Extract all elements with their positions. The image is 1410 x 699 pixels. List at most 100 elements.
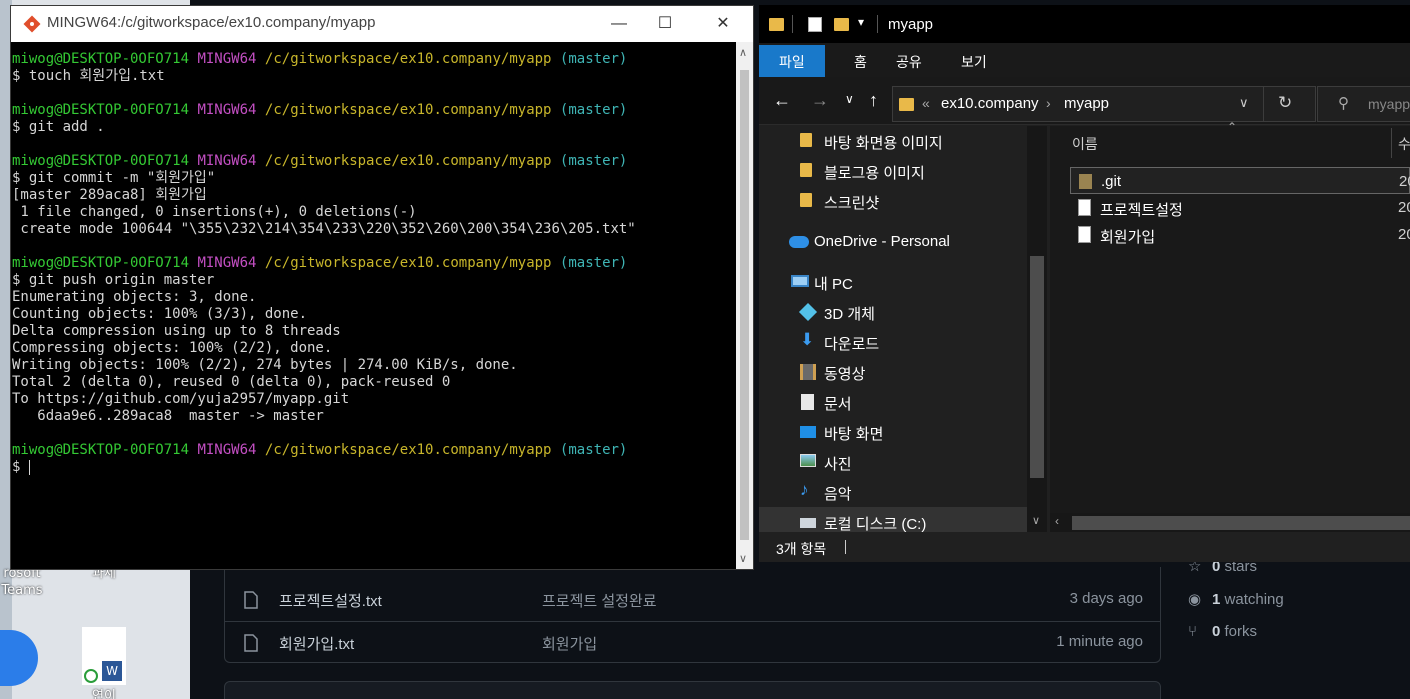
app-shortcut-icon[interactable] xyxy=(0,630,38,686)
terminal-window[interactable]: MINGW64:/c/gitworkspace/ex10.company/mya… xyxy=(10,5,754,570)
nav-item[interactable]: 바탕 화면용 이미지 xyxy=(759,126,1027,156)
word-desktop-label[interactable]: 연이 xyxy=(64,688,144,699)
text-file-icon xyxy=(1078,199,1091,216)
chevron-right-icon[interactable]: › xyxy=(1046,95,1051,111)
explorer-titlebar[interactable]: ▾ myapp xyxy=(759,5,1410,43)
file-list: ⌃ 이름 수 .git 20 프로젝트설정 20 회원가입 20 xyxy=(1050,120,1410,533)
breadcrumb-prefix[interactable]: « xyxy=(922,95,930,111)
output-line: 6daa9e6..289aca8 master -> master xyxy=(12,408,324,424)
commit-message-link[interactable]: 회원가입 xyxy=(542,633,597,654)
nav-item-this-pc[interactable]: 내 PC xyxy=(759,267,1027,297)
maximize-button[interactable]: ☐ xyxy=(641,9,689,39)
music-icon: ♪ xyxy=(800,480,809,499)
fork-icon: ⑂ xyxy=(1188,623,1198,640)
back-icon[interactable]: ← xyxy=(773,90,791,111)
address-box[interactable]: « ex10.company › myapp ∨ ↻ xyxy=(892,86,1316,122)
nav-item[interactable]: 로컬 디스크 (C:) xyxy=(759,507,1027,532)
up-icon[interactable]: ↑ xyxy=(869,90,878,111)
scroll-up-icon[interactable]: ∧ xyxy=(739,46,747,59)
command-line: $ git commit -m "회원가입" xyxy=(12,170,216,186)
tab-share[interactable]: 공유 xyxy=(886,49,932,75)
github-file-row[interactable]: 프로젝트설정.txt 프로젝트 설정완료 3 days ago xyxy=(224,579,1161,621)
status-bar: 3개 항목 xyxy=(759,532,1410,562)
minimize-button[interactable]: — xyxy=(595,9,643,39)
nav-item-onedrive[interactable]: OneDrive - Personal xyxy=(759,227,1027,257)
cube-icon xyxy=(798,302,818,322)
scroll-down-icon[interactable]: ∨ xyxy=(1032,514,1040,527)
tab-home[interactable]: 홈 xyxy=(844,49,877,75)
input-line[interactable]: $ xyxy=(12,459,734,476)
file-icon xyxy=(244,634,258,652)
readme-box xyxy=(224,681,1161,699)
separator xyxy=(792,15,793,33)
breadcrumb-parent[interactable]: ex10.company xyxy=(941,95,1039,112)
forks-link[interactable]: ⑂ 0 forks xyxy=(1188,623,1257,640)
column-header-date[interactable]: 수 xyxy=(1398,134,1410,154)
video-icon xyxy=(800,364,816,380)
tab-view[interactable]: 보기 xyxy=(951,49,997,75)
text-cursor xyxy=(28,459,30,475)
nav-item[interactable]: 바탕 화면 xyxy=(759,417,1027,447)
separator xyxy=(877,15,878,33)
column-header-name[interactable]: 이름 xyxy=(1072,134,1098,154)
watching-link[interactable]: ◉ 1 watching xyxy=(1188,590,1284,608)
nav-item[interactable]: 사진 xyxy=(759,447,1027,477)
recent-dropdown-icon[interactable]: ∨ xyxy=(845,92,854,106)
output-line: Delta compression using up to 8 threads xyxy=(12,323,341,339)
navigation-pane: 바탕 화면용 이미지 블로그용 이미지 스크린샷 OneDrive - Pers… xyxy=(759,126,1029,532)
refresh-icon[interactable]: ↻ xyxy=(1278,93,1292,113)
file-row[interactable]: 프로젝트설정 20 xyxy=(1070,194,1410,221)
output-line: Compressing objects: 100% (2/2), done. xyxy=(12,340,333,356)
scrollbar-thumb[interactable] xyxy=(740,70,749,540)
close-button[interactable]: ✕ xyxy=(699,9,747,39)
commit-message-link[interactable]: 프로젝트 설정완료 xyxy=(542,590,657,611)
terminal-titlebar[interactable]: MINGW64:/c/gitworkspace/ex10.company/mya… xyxy=(11,6,753,42)
eye-icon: ◉ xyxy=(1188,591,1202,608)
file-explorer-window[interactable]: ▾ myapp 파일 홈 공유 보기 ← → ∨ ↑ « ex10.compan… xyxy=(759,5,1410,562)
terminal-output[interactable]: miwog@DESKTOP-0OFO714 MINGW64 /c/gitwork… xyxy=(12,51,734,566)
folder-icon xyxy=(800,133,816,149)
output-line: Enumerating objects: 3, done. xyxy=(12,289,257,305)
address-dropdown-icon[interactable]: ∨ xyxy=(1239,95,1249,111)
scroll-left-icon[interactable]: ‹ xyxy=(1055,514,1059,528)
ribbon-tabs: 파일 홈 공유 보기 xyxy=(759,43,1410,79)
github-file-row[interactable]: 회원가입.txt 회원가입 1 minute ago xyxy=(224,621,1161,663)
word-badge-icon: W xyxy=(102,661,122,681)
tab-file[interactable]: 파일 xyxy=(759,45,825,79)
output-line: create mode 100644 "\355\232\214\354\233… xyxy=(12,221,636,237)
text-file-icon xyxy=(1078,226,1091,243)
scrollbar-thumb[interactable] xyxy=(1030,256,1044,478)
nav-item[interactable]: 동영상 xyxy=(759,357,1027,387)
nav-item[interactable]: 문서 xyxy=(759,387,1027,417)
file-name-link[interactable]: 회원가입.txt xyxy=(279,633,354,654)
status-separator xyxy=(845,540,846,554)
scrollbar-thumb[interactable] xyxy=(1072,516,1410,530)
output-line: [master 289aca8] 회원가입 xyxy=(12,187,207,203)
nav-item[interactable]: ♪ 음악 xyxy=(759,477,1027,507)
navigation-scrollbar[interactable]: ∨ xyxy=(1027,126,1047,533)
horizontal-scrollbar[interactable]: ‹ xyxy=(1050,513,1410,532)
file-name-link[interactable]: 프로젝트설정.txt xyxy=(279,590,382,611)
git-bash-icon xyxy=(23,15,41,33)
breadcrumb-current[interactable]: myapp xyxy=(1064,95,1109,112)
prompt-line: miwog@DESKTOP-0OFO714 MINGW64 /c/gitwork… xyxy=(12,255,628,271)
forward-icon[interactable]: → xyxy=(811,90,829,111)
new-folder-icon[interactable] xyxy=(834,18,849,31)
nav-item[interactable]: 3D 개체 xyxy=(759,297,1027,327)
search-box[interactable]: ⚲ myapp xyxy=(1317,86,1410,122)
terminal-scrollbar[interactable]: ∧ ∨ xyxy=(736,42,753,569)
prompt-line: miwog@DESKTOP-0OFO714 MINGW64 /c/gitwork… xyxy=(12,51,628,67)
nav-item[interactable]: 스크린샷 xyxy=(759,186,1027,216)
word-doc-icon[interactable]: W xyxy=(82,627,126,685)
teams-desktop-label[interactable]: rosoft Teams xyxy=(0,565,62,599)
quick-access-dropdown-icon[interactable]: ▾ xyxy=(858,15,864,29)
properties-icon[interactable] xyxy=(808,17,822,32)
nav-item[interactable]: 블로그용 이미지 xyxy=(759,156,1027,186)
file-row[interactable]: .git 20 xyxy=(1070,167,1410,194)
file-row[interactable]: 회원가입 20 xyxy=(1070,221,1410,248)
drive-icon xyxy=(800,518,816,528)
nav-item[interactable]: ⬇ 다운로드 xyxy=(759,327,1027,357)
scroll-down-icon[interactable]: ∨ xyxy=(739,552,747,565)
explorer-title: myapp xyxy=(888,16,934,33)
prompt-line: miwog@DESKTOP-0OFO714 MINGW64 /c/gitwork… xyxy=(12,442,628,458)
